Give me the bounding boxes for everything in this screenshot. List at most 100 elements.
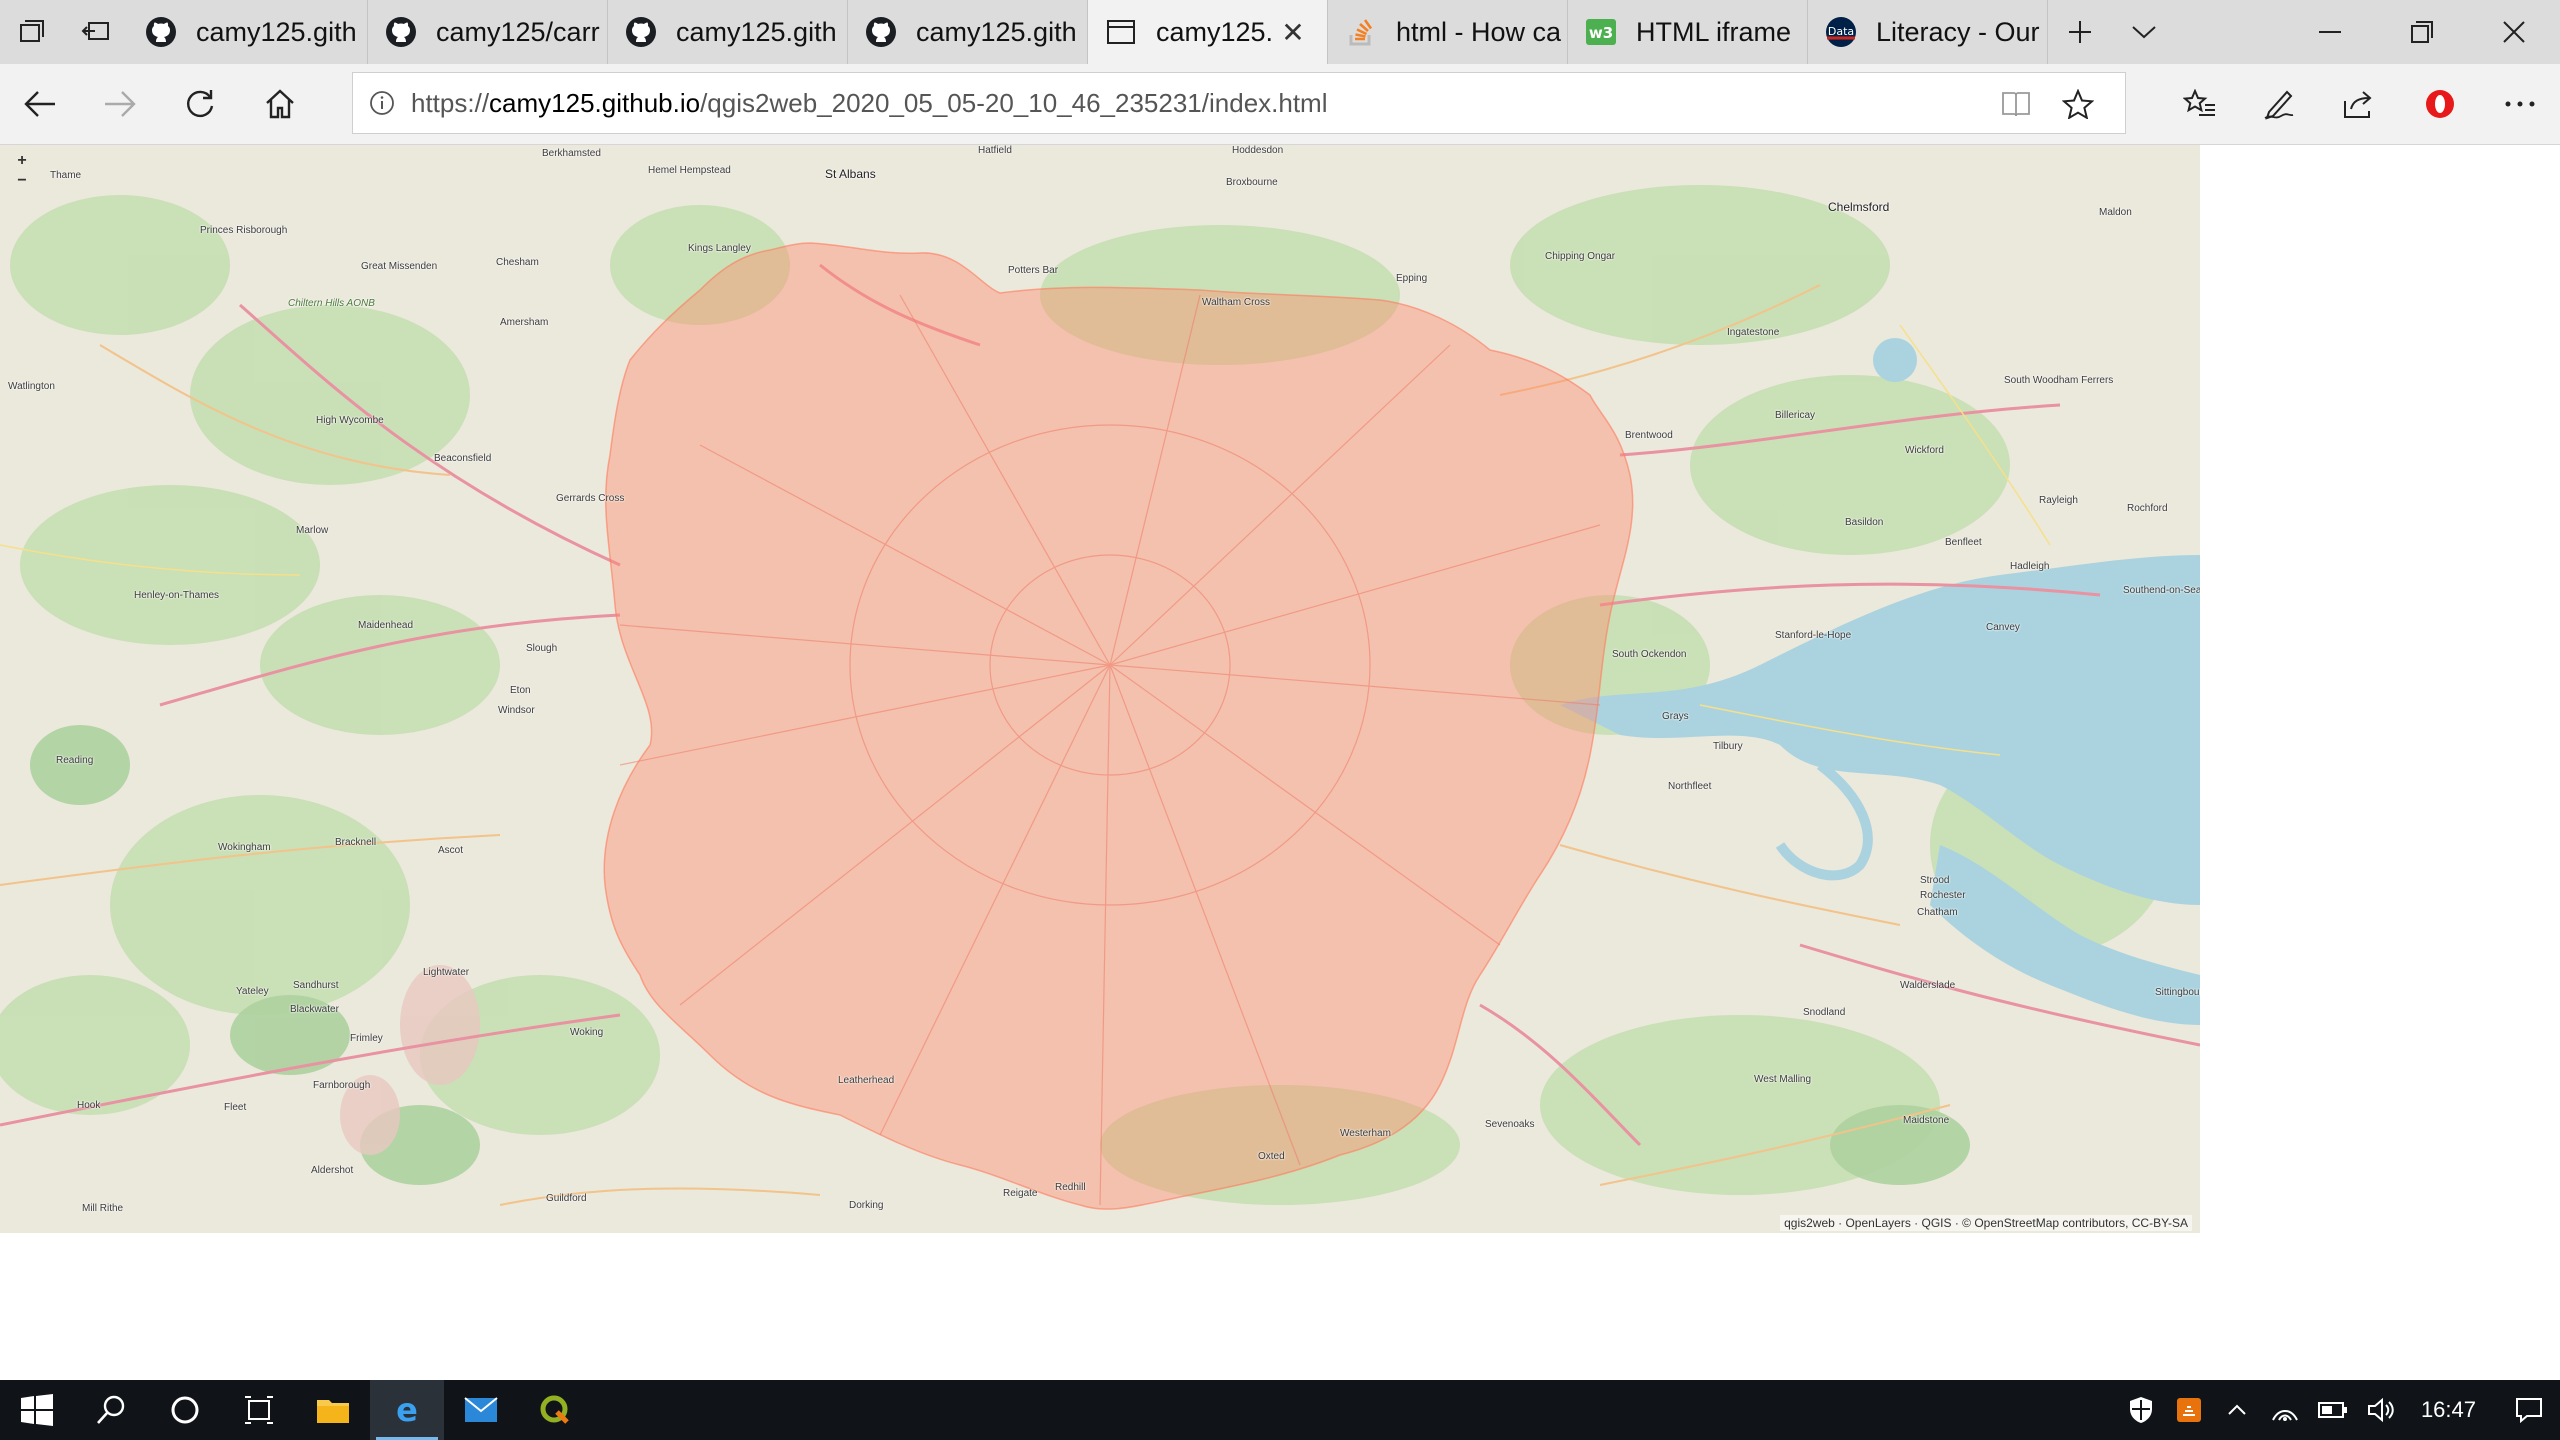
cortana-icon[interactable] (148, 1380, 222, 1440)
more-options-icon[interactable] (2488, 72, 2552, 136)
tab-label: HTML iframe (1636, 16, 1792, 47)
zoom-in-button[interactable]: + (14, 152, 30, 169)
place-label: High Wycombe (316, 415, 384, 426)
place-label: Thame (50, 170, 82, 181)
security-shield-icon[interactable] (2117, 1380, 2165, 1440)
place-label: Oxted (1258, 1151, 1285, 1162)
place-label: Farnborough (313, 1080, 371, 1091)
tab-7[interactable]: Data Literacy - Our (1808, 0, 2048, 64)
clock[interactable]: 16:47 (2405, 1397, 2498, 1423)
owid-icon: Data (1824, 15, 1858, 49)
windows-start-icon[interactable] (0, 1380, 74, 1440)
place-label: Hadleigh (2010, 561, 2050, 572)
svg-text:e: e (396, 1394, 418, 1426)
place-label: Chelmsford (1828, 200, 1890, 214)
place-label: Maidstone (1903, 1115, 1950, 1126)
place-label: Slough (526, 643, 558, 654)
favorite-star-icon[interactable] (2055, 81, 2101, 127)
tab-5[interactable]: html - How ca (1328, 0, 1568, 64)
task-view-icon[interactable] (222, 1380, 296, 1440)
github-icon (384, 15, 418, 49)
place-label: West Malling (1754, 1074, 1812, 1085)
chevron-up-icon[interactable] (2213, 1380, 2261, 1440)
place-label: Brentwood (1625, 430, 1673, 441)
tab-4-active[interactable]: camy125. ✕ (1088, 0, 1328, 64)
place-label: Maidenhead (358, 620, 414, 631)
stackoverflow-icon (1344, 15, 1378, 49)
back-arrow-icon[interactable] (8, 72, 72, 136)
tab-strip: camy125.gith camy125/carr camy125.gith c… (0, 0, 2560, 64)
github-icon (144, 15, 178, 49)
place-label: Aldershot (311, 1165, 354, 1176)
place-label: Rochford (2127, 503, 2168, 514)
home-icon[interactable] (248, 72, 312, 136)
restore-icon[interactable] (2376, 0, 2468, 64)
url-text[interactable]: https://camy125.github.io/qgis2web_2020_… (411, 88, 1328, 119)
place-label: Blackwater (290, 1004, 339, 1015)
address-bar[interactable]: https://camy125.github.io/qgis2web_2020_… (352, 72, 2126, 134)
reading-view-icon[interactable] (1993, 81, 2039, 127)
place-label: Billericay (1775, 410, 1816, 421)
favorites-hub-icon[interactable] (2168, 72, 2232, 136)
close-window-icon[interactable] (2468, 0, 2560, 64)
tab-preview-chevron-down-icon[interactable] (2112, 0, 2176, 64)
place-label: Tilbury (1713, 741, 1743, 752)
tab-label: camy125. (1156, 16, 1273, 47)
file-explorer-icon[interactable] (296, 1380, 370, 1440)
new-tab-icon[interactable] (2048, 0, 2112, 64)
zoom-out-button[interactable]: − (14, 172, 30, 189)
minimize-icon[interactable] (2284, 0, 2376, 64)
wifi-icon[interactable] (2261, 1380, 2309, 1440)
place-label: South Woodham Ferrers (2004, 375, 2114, 386)
tab-manager-icon[interactable] (0, 0, 64, 64)
mail-icon[interactable] (444, 1380, 518, 1440)
tab-6[interactable]: w3 HTML iframe (1568, 0, 1808, 64)
place-label: South Ockendon (1612, 649, 1687, 660)
share-icon[interactable] (2328, 72, 2392, 136)
place-label: Beaconsfield (434, 453, 492, 464)
url-host: camy125.github.io (489, 87, 701, 118)
place-label: Wickford (1905, 445, 1944, 456)
notes-pen-icon[interactable] (2248, 72, 2312, 136)
set-aside-tabs-icon[interactable] (64, 0, 128, 64)
place-label: Yateley (236, 986, 269, 997)
place-label: Reigate (1003, 1188, 1038, 1199)
map-viewport[interactable]: + − Thame Berkhamsted Hemel Hempstead St… (0, 145, 2200, 1233)
edge-icon[interactable]: e (370, 1380, 444, 1440)
place-label: Leatherhead (838, 1075, 895, 1086)
place-label: Princes Risborough (200, 225, 288, 236)
volume-icon[interactable] (2357, 1380, 2405, 1440)
system-tray: 16:47 (2117, 1380, 2560, 1440)
svg-text:w3: w3 (1589, 24, 1613, 42)
navigation-bar: https://camy125.github.io/qgis2web_2020_… (0, 64, 2560, 145)
place-label: Marlow (296, 525, 329, 536)
place-label: Amersham (500, 317, 549, 328)
place-label: Ingatestone (1727, 327, 1780, 338)
place-label: Redhill (1055, 1182, 1086, 1193)
forward-arrow-icon[interactable] (88, 72, 152, 136)
refresh-icon[interactable] (168, 72, 232, 136)
tab-3[interactable]: camy125.gith (848, 0, 1088, 64)
place-label: Canvey (1986, 622, 2020, 633)
tab-2[interactable]: camy125.gith (608, 0, 848, 64)
url-prefix: https:// (411, 87, 490, 118)
place-label: Hatfield (978, 145, 1012, 156)
battery-icon[interactable] (2309, 1380, 2357, 1440)
qgis-icon[interactable] (518, 1380, 592, 1440)
info-icon[interactable] (353, 90, 411, 116)
place-label: Fleet (224, 1102, 247, 1113)
github-icon (624, 15, 658, 49)
app-tray-icon[interactable] (2165, 1380, 2213, 1440)
place-label: Henley-on-Thames (134, 590, 220, 601)
tab-label: camy125.gith (196, 16, 357, 47)
place-label: Frimley (350, 1033, 383, 1044)
map-attribution[interactable]: qgis2web · OpenLayers · QGIS · © OpenStr… (1780, 1215, 2192, 1231)
search-icon[interactable] (74, 1380, 148, 1440)
opera-extension-icon[interactable] (2408, 72, 2472, 136)
place-label: Hoddesdon (1232, 145, 1284, 156)
action-center-icon[interactable] (2498, 1380, 2560, 1440)
place-label: St Albans (825, 167, 876, 181)
tab-1[interactable]: camy125/carr (368, 0, 608, 64)
close-tab-icon[interactable]: ✕ (1273, 12, 1313, 52)
tab-0[interactable]: camy125.gith (128, 0, 368, 64)
